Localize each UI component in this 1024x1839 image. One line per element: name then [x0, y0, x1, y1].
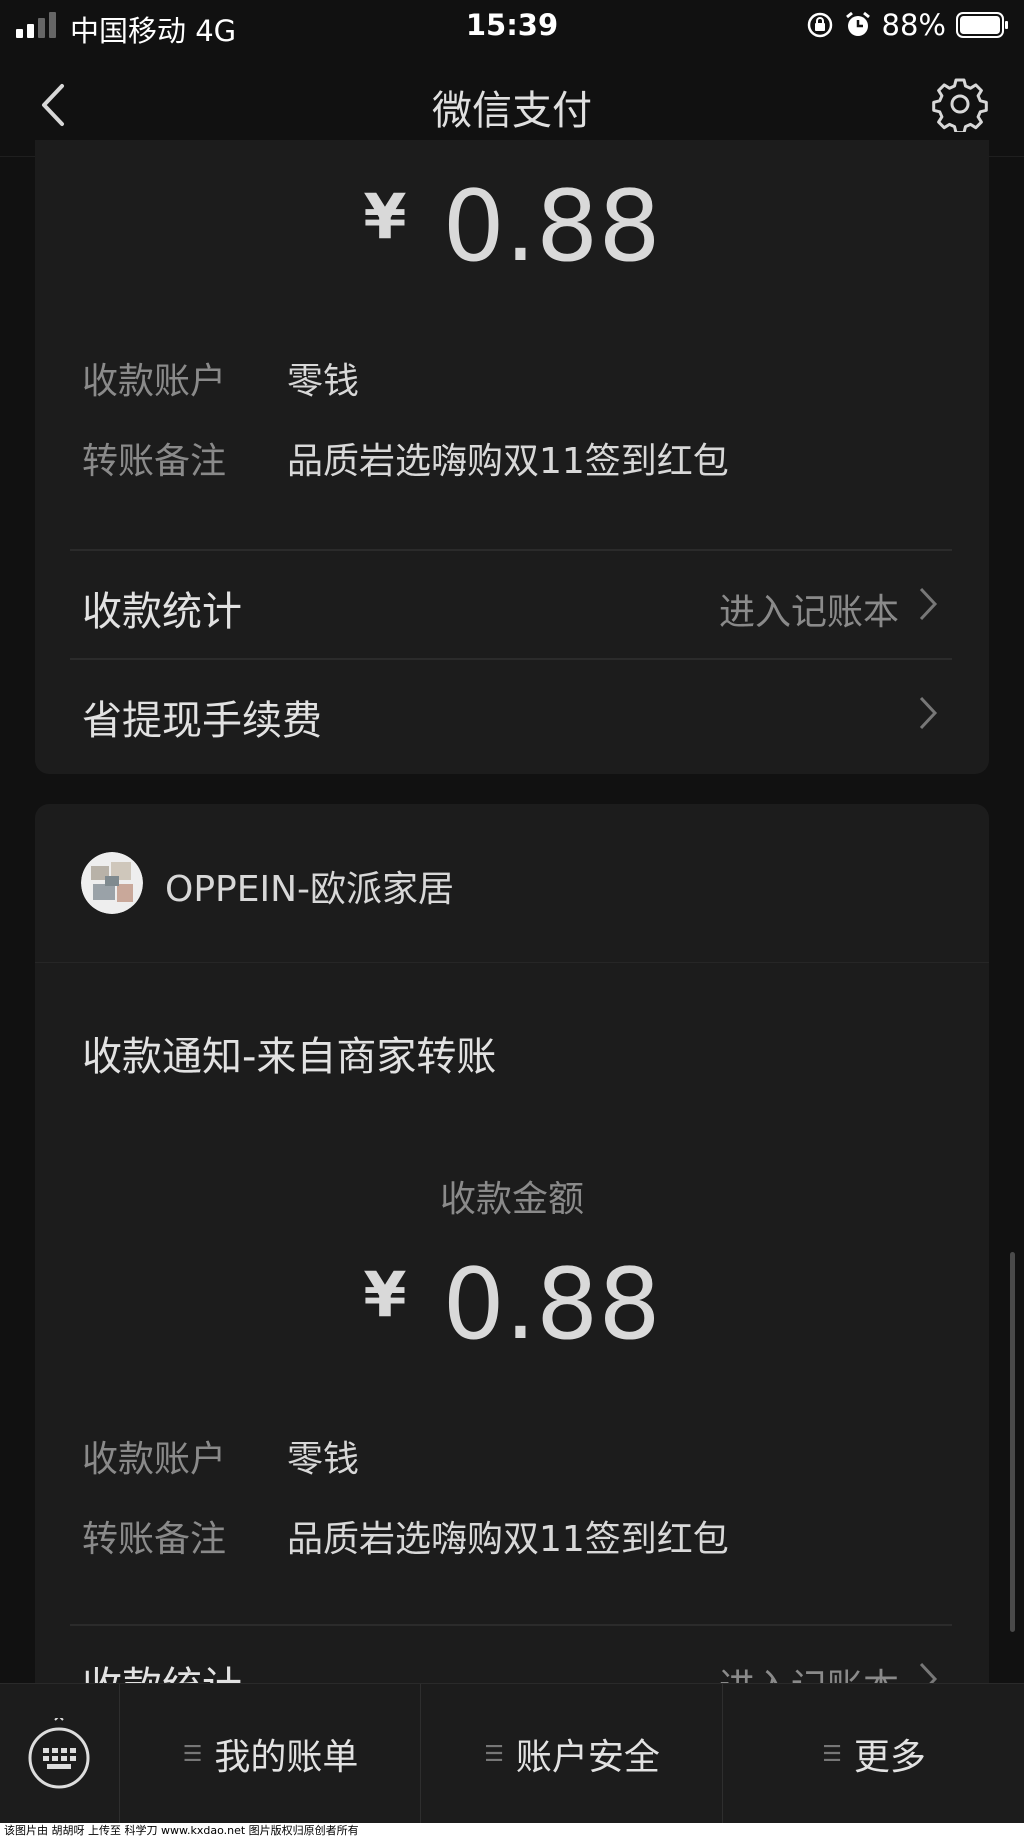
battery-percent: 88% [881, 8, 946, 42]
detail-label: 转账备注 [82, 1519, 227, 1560]
fee-row[interactable]: 省提现手续费 [35, 660, 989, 765]
amount-display: ¥0.88 [35, 170, 989, 284]
currency-symbol: ¥ [363, 1258, 407, 1331]
detail-label: 转账备注 [82, 441, 227, 482]
stats-row[interactable]: 收款统计 进入记账本 [35, 551, 989, 656]
menu-more[interactable]: ☰ 更多 [722, 1684, 1024, 1824]
detail-value: 零钱 [287, 1439, 360, 1480]
menu-lines-icon: ☰ [822, 1741, 842, 1767]
amount-display: ¥0.88 [35, 1248, 989, 1362]
battery-icon [956, 12, 1008, 38]
payment-card-2: OPPEIN-欧派家居 收款通知-来自商家转账 收款金额 ¥0.88 收款账户 零… [35, 804, 989, 1710]
page-title: 微信支付 [432, 88, 592, 134]
amount-label: 收款金额 [439, 1179, 584, 1220]
keyboard-toggle-button[interactable] [0, 1684, 118, 1824]
detail-label: 收款账户 [82, 1439, 227, 1480]
scrollbar[interactable] [1010, 1252, 1015, 1632]
menu-label: 更多 [853, 1737, 926, 1778]
chevron-right-icon [919, 696, 938, 730]
detail-row-account: 收款账户 零钱 [82, 352, 359, 404]
detail-label: 收款账户 [82, 361, 227, 402]
fee-label: 省提现手续费 [82, 698, 322, 744]
detail-value: 品质岩选嗨购双11签到红包 [287, 1519, 729, 1560]
menu-lines-icon: ☰ [484, 1741, 504, 1767]
menu-label: 我的账单 [214, 1737, 359, 1778]
detail-row-account: 收款账户 零钱 [82, 1430, 359, 1482]
status-bar: 中国移动 4G 15:39 88% [0, 0, 1024, 52]
detail-value: 品质岩选嗨购双11签到红包 [287, 441, 729, 482]
notice-title: 收款通知-来自商家转账 [82, 1034, 497, 1080]
status-right: 88% [806, 8, 1010, 42]
alarm-icon [845, 11, 870, 36]
merchant-avatar[interactable] [81, 852, 143, 914]
currency-symbol: ¥ [363, 180, 407, 253]
amount-value: 0.88 [442, 1248, 661, 1362]
detail-value: 零钱 [287, 361, 360, 402]
menu-account-security[interactable]: ☰ 账户安全 [420, 1684, 723, 1824]
detail-row-remark: 转账备注 品质岩选嗨购双11签到红包 [82, 432, 729, 484]
menu-label: 账户安全 [515, 1737, 660, 1778]
amount-value: 0.88 [442, 170, 661, 284]
bottom-menu: ☰ 我的账单 ☰ 账户安全 ☰ 更多 [0, 1683, 1024, 1824]
watermark-footer: 该图片由 胡胡呀 上传至 科学刀 www.kxdao.net 图片版权归原创者所… [0, 1823, 1024, 1839]
payment-card-1: ¥0.88 收款账户 零钱 转账备注 品质岩选嗨购双11签到红包 收款统计 进入记账… [35, 140, 989, 774]
stats-label: 收款统计 [82, 589, 242, 635]
merchant-name[interactable]: OPPEIN-欧派家居 [165, 860, 454, 912]
menu-my-bills[interactable]: ☰ 我的账单 [119, 1684, 421, 1824]
gear-icon[interactable] [932, 76, 988, 132]
menu-lines-icon: ☰ [182, 1741, 203, 1767]
chevron-right-icon [919, 587, 938, 621]
divider [35, 962, 989, 963]
keyboard-icon [28, 1718, 90, 1789]
ledger-link[interactable]: 进入记账本 [719, 583, 899, 635]
detail-row-remark: 转账备注 品质岩选嗨购双11签到红包 [82, 1510, 729, 1562]
orientation-lock-icon [807, 12, 832, 38]
